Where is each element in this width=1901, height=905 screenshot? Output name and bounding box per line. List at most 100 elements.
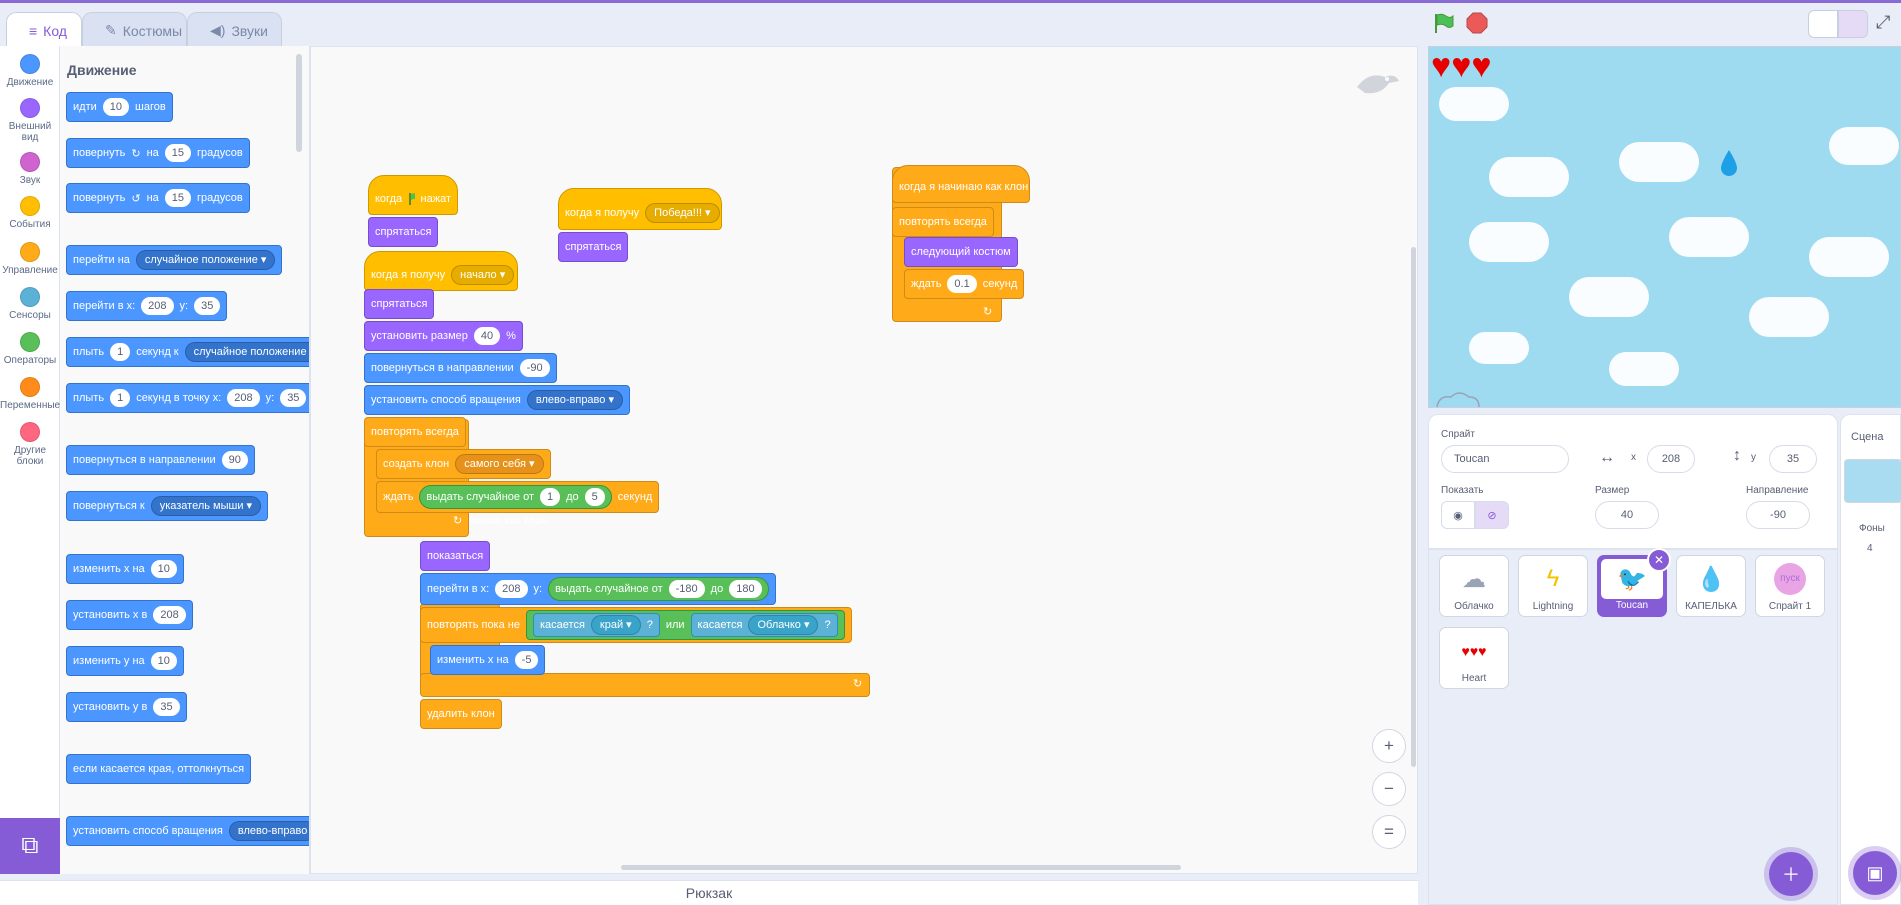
rotation-style-dropdown[interactable]: влево-вправо ▾ — [526, 390, 623, 410]
show-sprite-button[interactable]: ◉ — [1441, 501, 1475, 529]
sprite-name-input[interactable]: Toucan — [1441, 445, 1569, 473]
touching-dropdown[interactable]: Облачко ▾ — [748, 615, 819, 635]
glide-dropdown[interactable]: случайное положение ▾ — [184, 342, 309, 362]
sprite-tile[interactable]: пуск Спрайт 1 — [1755, 555, 1825, 617]
set-rotation-style-block[interactable]: установить способ вращения влево-вправо ▾ — [364, 385, 630, 415]
palette-goto-xy-block[interactable]: перейти в x: 208 y: 35 — [66, 291, 228, 321]
large-stage-button[interactable] — [1838, 10, 1868, 38]
y-input[interactable]: 35 — [194, 297, 221, 315]
tab-costumes[interactable]: ✎ Костюмы — [82, 12, 187, 48]
direction-input[interactable]: 90 — [221, 451, 248, 469]
category-looks[interactable]: Внешний вид — [0, 98, 60, 143]
change-x-block[interactable]: изменить x на -5 — [430, 645, 546, 675]
category-sound[interactable]: Звук — [0, 152, 60, 186]
sprite-tile[interactable]: 💧 КАПЕЛЬКА — [1676, 555, 1746, 617]
random-from-input[interactable]: 1 — [539, 488, 561, 506]
palette-move-block[interactable]: идти 10 шагов — [66, 92, 173, 122]
when-i-receive-hat[interactable]: когда я получу начало ▾ — [364, 251, 518, 291]
backpack-bar[interactable]: Рюкзак — [0, 880, 1418, 905]
secs-input[interactable]: 1 — [110, 343, 131, 361]
size-input[interactable]: 40 — [1595, 501, 1659, 529]
palette-scrollbar[interactable] — [296, 54, 302, 152]
when-i-start-as-clone-hat[interactable]: когда я начинаю как клон — [892, 165, 1030, 203]
random-from-input[interactable]: -180 — [668, 580, 705, 598]
wait-block[interactable]: ждать выдать случайное от 1 до 5 секунд — [376, 481, 660, 513]
message-dropdown[interactable]: Победа!!! ▾ — [645, 203, 720, 223]
hide-block[interactable]: спрятаться — [364, 289, 435, 319]
x-position-input[interactable]: 208 — [1647, 445, 1695, 473]
palette-glide-xy-block[interactable]: плыть 1 секунд в точку x: 208 y: 35 — [66, 383, 309, 413]
y-position-input[interactable]: 35 — [1769, 445, 1817, 473]
script-area[interactable]: когда я начинаю как клон повторять всегд… — [310, 46, 1418, 874]
sprite-tile[interactable]: ϟ Lightning — [1518, 555, 1588, 617]
touching-dropdown[interactable]: край ▾ — [590, 615, 641, 635]
dy-input[interactable]: 10 — [150, 652, 177, 670]
small-stage-button[interactable] — [1808, 10, 1838, 38]
palette-change-y-block[interactable]: изменить y на 10 — [66, 646, 184, 676]
category-my-blocks[interactable]: Другие блоки — [0, 422, 60, 467]
create-clone-block[interactable]: создать клон самого себя ▾ — [376, 449, 551, 479]
random-to-input[interactable]: 180 — [729, 580, 762, 598]
palette-change-x-block[interactable]: изменить x на 10 — [66, 554, 184, 584]
palette-set-y-block[interactable]: установить y в 35 — [66, 692, 187, 722]
y-input[interactable]: 35 — [153, 698, 180, 716]
add-extension-button[interactable]: ⧉ — [0, 818, 60, 874]
delete-sprite-button[interactable]: ✕ — [1647, 548, 1671, 572]
green-flag-button[interactable] — [1432, 12, 1454, 34]
category-events[interactable]: События — [0, 196, 60, 230]
forever-block[interactable]: повторять всегда — [364, 417, 466, 447]
rotation-style-dropdown[interactable]: влево-вправо — [228, 821, 309, 841]
size-input[interactable]: 40 — [473, 327, 501, 345]
category-variables[interactable]: Переменные — [0, 377, 60, 411]
goto-dropdown[interactable]: случайное положение ▾ — [135, 250, 276, 270]
clone-target-dropdown[interactable]: самого себя ▾ — [455, 454, 544, 474]
direction-input[interactable]: -90 — [1746, 501, 1810, 529]
zoom-reset-button[interactable]: = — [1372, 815, 1406, 849]
point-direction-block[interactable]: повернуться в направлении -90 — [364, 353, 557, 383]
choose-backdrop-button[interactable]: ▣ — [1853, 851, 1897, 895]
touching-sensor[interactable]: касается Облачко ▾? — [690, 613, 838, 637]
y-input[interactable]: 35 — [280, 389, 307, 407]
steps-input[interactable]: 10 — [102, 98, 129, 116]
zoom-in-button[interactable]: + — [1372, 729, 1406, 763]
pick-random-reporter[interactable]: выдать случайное от 1 до 5 — [419, 485, 612, 509]
stage[interactable]: ♥♥♥ — [1428, 46, 1901, 408]
palette-bounce-block[interactable]: если касается края, оттолкнуться — [66, 754, 252, 784]
category-control[interactable]: Управление — [0, 242, 60, 276]
touching-sensor[interactable]: касается край ▾? — [532, 613, 660, 637]
sprite-tile[interactable]: ♥♥♥ Heart — [1439, 627, 1509, 689]
tab-sounds[interactable]: ◀) Звуки — [187, 12, 282, 48]
x-input[interactable]: 208 — [495, 580, 528, 598]
dx-input[interactable]: -5 — [514, 651, 539, 669]
script-horizontal-scrollbar[interactable] — [621, 865, 1181, 870]
palette-rotation-style-block[interactable]: установить способ вращения влево-вправо — [66, 816, 309, 846]
towards-dropdown[interactable]: указатель мыши ▾ — [150, 496, 262, 516]
forever-block[interactable]: повторять всегда — [892, 207, 994, 237]
sprite-tile[interactable]: ☁ Облачко — [1439, 555, 1509, 617]
dx-input[interactable]: 10 — [150, 560, 177, 578]
palette-turn-left-block[interactable]: повернуть ↺ на 15 градусов — [66, 183, 250, 213]
palette-goto-block[interactable]: перейти на случайное положение ▾ — [66, 245, 283, 275]
script-vertical-scrollbar[interactable] — [1411, 247, 1416, 767]
seconds-input[interactable]: 0.1 — [947, 275, 977, 293]
fullscreen-button[interactable]: ⤢ — [1876, 12, 1898, 34]
goto-xy-block[interactable]: перейти в x: 208 y: выдать случайное от -180… — [420, 573, 776, 605]
secs-input[interactable]: 1 — [110, 389, 131, 407]
random-to-input[interactable]: 5 — [584, 488, 605, 506]
palette-point-towards-block[interactable]: повернуться к указатель мыши ▾ — [66, 491, 269, 521]
category-operators[interactable]: Операторы — [0, 332, 60, 366]
stage-selector[interactable]: Сцена Фоны 4 ▣ — [1840, 414, 1901, 905]
hide-sprite-button[interactable]: ⊘ — [1475, 501, 1509, 529]
x-input[interactable]: 208 — [153, 606, 186, 624]
delete-clone-block[interactable]: удалить клон — [420, 699, 502, 729]
wait-block[interactable]: ждать 0.1 секунд — [904, 269, 1025, 299]
or-operator[interactable]: касается край ▾? или касается Облачко ▾? — [525, 610, 845, 640]
x-input[interactable]: 208 — [227, 389, 260, 407]
zoom-out-button[interactable]: − — [1372, 772, 1406, 806]
repeat-until-block[interactable]: повторять пока не касается край ▾? или касае… — [420, 607, 852, 643]
when-flag-clicked-hat[interactable]: когда нажат — [368, 175, 458, 215]
direction-input[interactable]: -90 — [519, 359, 550, 377]
palette-turn-right-block[interactable]: повернуть ↻ на 15 градусов — [66, 138, 250, 168]
degrees-input[interactable]: 15 — [164, 189, 192, 207]
next-costume-block[interactable]: следующий костюм — [904, 237, 1018, 267]
